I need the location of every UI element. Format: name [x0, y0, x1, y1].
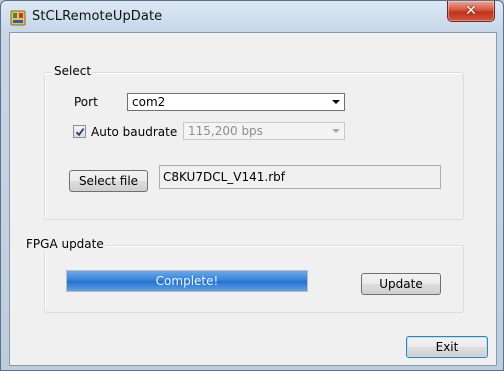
- client-area: Select Port com2 Auto baudrate 115,200 b…: [9, 32, 497, 366]
- chevron-down-icon: [332, 129, 340, 133]
- close-icon: ✕: [465, 3, 477, 19]
- exit-button[interactable]: Exit: [406, 336, 488, 358]
- select-group-label: Select: [52, 64, 94, 78]
- auto-baudrate-checkbox[interactable]: [73, 125, 86, 138]
- app-window: StCLRemoteUpDate ✕ Select Port com2 Auto…: [0, 0, 504, 371]
- close-button[interactable]: ✕: [447, 1, 495, 22]
- file-name-field: C8KU7DCL_V141.rbf: [159, 165, 441, 189]
- update-progress-bar: Complete!: [66, 270, 308, 292]
- chevron-down-icon[interactable]: [332, 100, 340, 104]
- port-select[interactable]: com2: [127, 93, 345, 111]
- title-bar[interactable]: StCLRemoteUpDate ✕: [1, 1, 503, 33]
- select-file-button[interactable]: Select file: [69, 170, 148, 192]
- port-select-value: com2: [132, 95, 166, 109]
- auto-baudrate-label[interactable]: Auto baudrate: [91, 125, 177, 139]
- progress-status-text: Complete!: [155, 274, 219, 288]
- baudrate-select-value: 115,200 bps: [188, 124, 263, 138]
- baudrate-select: 115,200 bps: [183, 122, 345, 140]
- window-title: StCLRemoteUpDate: [32, 9, 163, 24]
- app-icon: [10, 10, 26, 26]
- checkmark-icon: [75, 128, 85, 137]
- port-label: Port: [74, 95, 98, 109]
- update-button[interactable]: Update: [361, 273, 441, 295]
- fpga-update-group-label: FPGA update: [24, 237, 106, 251]
